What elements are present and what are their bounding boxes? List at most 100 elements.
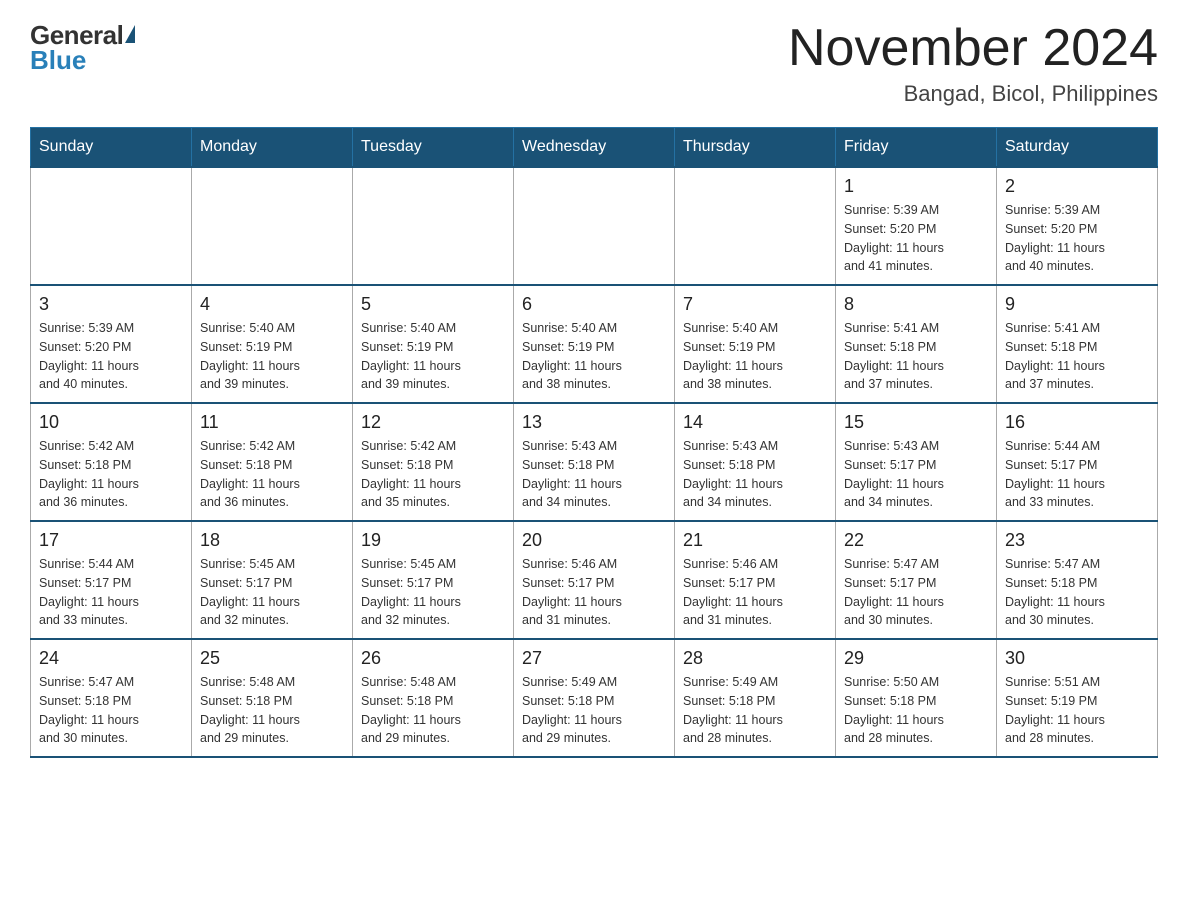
day-info: Sunrise: 5:47 AMSunset: 5:17 PMDaylight:… <box>844 555 988 630</box>
day-number: 10 <box>39 412 183 433</box>
logo-blue-text: Blue <box>30 45 86 76</box>
calendar-cell: 17Sunrise: 5:44 AMSunset: 5:17 PMDayligh… <box>31 521 192 639</box>
calendar-header-monday: Monday <box>192 128 353 168</box>
calendar-header-wednesday: Wednesday <box>514 128 675 168</box>
calendar-cell: 19 Sunrise: 5:45 AMSunset: 5:17 PMDayligh… <box>353 521 514 639</box>
day-number: 23 <box>1005 530 1149 551</box>
calendar-cell: 22Sunrise: 5:47 AMSunset: 5:17 PMDayligh… <box>836 521 997 639</box>
day-info: Sunrise: 5:48 AMSunset: 5:18 PMDaylight:… <box>200 673 344 748</box>
calendar-cell: 23 Sunrise: 5:47 AMSunset: 5:18 PMDayligh… <box>997 521 1158 639</box>
calendar-cell: 7 Sunrise: 5:40 AMSunset: 5:19 PMDaylight… <box>675 285 836 403</box>
day-info: Sunrise: 5:47 AMSunset: 5:18 PMDaylight:… <box>1005 555 1149 630</box>
day-number: 11 <box>200 412 344 433</box>
day-number: 1 <box>844 176 988 197</box>
day-info: Sunrise: 5:40 AMSunset: 5:19 PMDaylight:… <box>200 319 344 394</box>
day-info: Sunrise: 5:39 AMSunset: 5:20 PMDaylight:… <box>844 201 988 276</box>
calendar-cell: 2Sunrise: 5:39 AMSunset: 5:20 PMDaylight… <box>997 167 1158 285</box>
day-number: 24 <box>39 648 183 669</box>
day-number: 17 <box>39 530 183 551</box>
day-info: Sunrise: 5:40 AMSunset: 5:19 PMDaylight:… <box>683 319 827 394</box>
day-number: 29 <box>844 648 988 669</box>
day-info: Sunrise: 5:49 AMSunset: 5:18 PMDaylight:… <box>522 673 666 748</box>
day-info: Sunrise: 5:42 AMSunset: 5:18 PMDaylight:… <box>200 437 344 512</box>
calendar-cell: 3 Sunrise: 5:39 AMSunset: 5:20 PMDaylight… <box>31 285 192 403</box>
calendar-cell: 4 Sunrise: 5:40 AMSunset: 5:19 PMDaylight… <box>192 285 353 403</box>
day-number: 27 <box>522 648 666 669</box>
calendar-cell: 12Sunrise: 5:42 AMSunset: 5:18 PMDayligh… <box>353 403 514 521</box>
calendar-cell: 15 Sunrise: 5:43 AMSunset: 5:17 PMDayligh… <box>836 403 997 521</box>
day-info: Sunrise: 5:51 AMSunset: 5:19 PMDaylight:… <box>1005 673 1149 748</box>
day-info: Sunrise: 5:43 AMSunset: 5:18 PMDaylight:… <box>683 437 827 512</box>
day-info: Sunrise: 5:46 AMSunset: 5:17 PMDaylight:… <box>522 555 666 630</box>
calendar-cell <box>192 167 353 285</box>
calendar-week-row: 3 Sunrise: 5:39 AMSunset: 5:20 PMDaylight… <box>31 285 1158 403</box>
day-number: 3 <box>39 294 183 315</box>
calendar-header-friday: Friday <box>836 128 997 168</box>
calendar-header-tuesday: Tuesday <box>353 128 514 168</box>
calendar-header-thursday: Thursday <box>675 128 836 168</box>
calendar-cell: 5 Sunrise: 5:40 AMSunset: 5:19 PMDaylight… <box>353 285 514 403</box>
calendar-header-saturday: Saturday <box>997 128 1158 168</box>
day-info: Sunrise: 5:49 AMSunset: 5:18 PMDaylight:… <box>683 673 827 748</box>
day-info: Sunrise: 5:46 AMSunset: 5:17 PMDaylight:… <box>683 555 827 630</box>
day-info: Sunrise: 5:50 AMSunset: 5:18 PMDaylight:… <box>844 673 988 748</box>
day-info: Sunrise: 5:41 AMSunset: 5:18 PMDaylight:… <box>1005 319 1149 394</box>
day-number: 9 <box>1005 294 1149 315</box>
day-info: Sunrise: 5:48 AMSunset: 5:18 PMDaylight:… <box>361 673 505 748</box>
day-number: 28 <box>683 648 827 669</box>
day-info: Sunrise: 5:43 AMSunset: 5:18 PMDaylight:… <box>522 437 666 512</box>
calendar-cell: 20Sunrise: 5:46 AMSunset: 5:17 PMDayligh… <box>514 521 675 639</box>
day-number: 5 <box>361 294 505 315</box>
day-info: Sunrise: 5:43 AMSunset: 5:17 PMDaylight:… <box>844 437 988 512</box>
calendar-cell: 29 Sunrise: 5:50 AMSunset: 5:18 PMDayligh… <box>836 639 997 757</box>
day-number: 16 <box>1005 412 1149 433</box>
calendar-cell <box>353 167 514 285</box>
calendar-cell: 9 Sunrise: 5:41 AMSunset: 5:18 PMDaylight… <box>997 285 1158 403</box>
day-info: Sunrise: 5:40 AMSunset: 5:19 PMDaylight:… <box>361 319 505 394</box>
day-number: 30 <box>1005 648 1149 669</box>
calendar-week-row: 24 Sunrise: 5:47 AMSunset: 5:18 PMDayligh… <box>31 639 1158 757</box>
calendar-cell: 11 Sunrise: 5:42 AMSunset: 5:18 PMDayligh… <box>192 403 353 521</box>
day-number: 4 <box>200 294 344 315</box>
calendar-cell: 28 Sunrise: 5:49 AMSunset: 5:18 PMDayligh… <box>675 639 836 757</box>
calendar-cell <box>675 167 836 285</box>
calendar-week-row: 17Sunrise: 5:44 AMSunset: 5:17 PMDayligh… <box>31 521 1158 639</box>
day-number: 25 <box>200 648 344 669</box>
day-info: Sunrise: 5:39 AMSunset: 5:20 PMDaylight:… <box>39 319 183 394</box>
day-info: Sunrise: 5:41 AMSunset: 5:18 PMDaylight:… <box>844 319 988 394</box>
calendar-cell: 27 Sunrise: 5:49 AMSunset: 5:18 PMDayligh… <box>514 639 675 757</box>
calendar-cell: 24 Sunrise: 5:47 AMSunset: 5:18 PMDayligh… <box>31 639 192 757</box>
location-title: Bangad, Bicol, Philippines <box>788 81 1158 107</box>
logo-triangle-icon <box>125 25 135 43</box>
day-number: 15 <box>844 412 988 433</box>
day-info: Sunrise: 5:39 AMSunset: 5:20 PMDaylight:… <box>1005 201 1149 276</box>
day-number: 18 <box>200 530 344 551</box>
calendar-header-row: SundayMondayTuesdayWednesdayThursdayFrid… <box>31 128 1158 168</box>
calendar-cell: 14 Sunrise: 5:43 AMSunset: 5:18 PMDayligh… <box>675 403 836 521</box>
calendar-week-row: 1 Sunrise: 5:39 AMSunset: 5:20 PMDaylight… <box>31 167 1158 285</box>
day-info: Sunrise: 5:45 AMSunset: 5:17 PMDaylight:… <box>200 555 344 630</box>
day-info: Sunrise: 5:44 AMSunset: 5:17 PMDaylight:… <box>1005 437 1149 512</box>
calendar-cell: 25 Sunrise: 5:48 AMSunset: 5:18 PMDayligh… <box>192 639 353 757</box>
day-number: 14 <box>683 412 827 433</box>
calendar-cell: 21 Sunrise: 5:46 AMSunset: 5:17 PMDayligh… <box>675 521 836 639</box>
logo: General Blue <box>30 20 135 76</box>
day-number: 21 <box>683 530 827 551</box>
day-number: 8 <box>844 294 988 315</box>
day-number: 19 <box>361 530 505 551</box>
day-number: 12 <box>361 412 505 433</box>
calendar-cell: 8 Sunrise: 5:41 AMSunset: 5:18 PMDaylight… <box>836 285 997 403</box>
calendar-table: SundayMondayTuesdayWednesdayThursdayFrid… <box>30 127 1158 758</box>
calendar-cell <box>514 167 675 285</box>
day-info: Sunrise: 5:40 AMSunset: 5:19 PMDaylight:… <box>522 319 666 394</box>
calendar-cell: 16 Sunrise: 5:44 AMSunset: 5:17 PMDayligh… <box>997 403 1158 521</box>
month-title: November 2024 <box>788 20 1158 77</box>
calendar-cell: 1 Sunrise: 5:39 AMSunset: 5:20 PMDaylight… <box>836 167 997 285</box>
day-info: Sunrise: 5:47 AMSunset: 5:18 PMDaylight:… <box>39 673 183 748</box>
day-number: 13 <box>522 412 666 433</box>
calendar-cell <box>31 167 192 285</box>
calendar-week-row: 10 Sunrise: 5:42 AMSunset: 5:18 PMDayligh… <box>31 403 1158 521</box>
calendar-cell: 18 Sunrise: 5:45 AMSunset: 5:17 PMDayligh… <box>192 521 353 639</box>
day-number: 7 <box>683 294 827 315</box>
day-info: Sunrise: 5:45 AMSunset: 5:17 PMDaylight:… <box>361 555 505 630</box>
